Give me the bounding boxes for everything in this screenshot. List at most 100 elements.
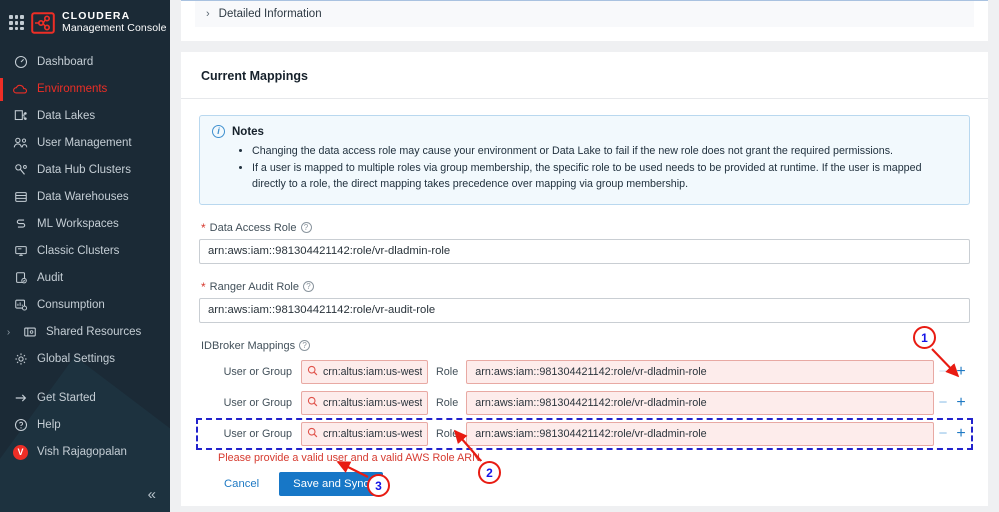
user-or-group-value: crn:altus:iam:us-west-1:5: [323, 428, 422, 440]
sidebar-item-label: Help: [37, 419, 61, 431]
annotation-number-3: 3: [367, 474, 390, 497]
detailed-information-panel: › Detailed Information: [181, 0, 988, 41]
classic-clusters-icon: [13, 244, 28, 259]
table-row: User or Group crn:altus:iam:us-west-1:5 …: [199, 390, 970, 416]
validation-error-message: Please provide a valid user and a valid …: [218, 452, 970, 464]
search-icon: [307, 363, 318, 381]
sidebar-nav: Dashboard Environments Data Lakes User M…: [0, 49, 170, 466]
cloud-icon: [13, 82, 28, 97]
warehouse-icon: [13, 190, 28, 205]
scrollbar-track[interactable]: [988, 0, 999, 512]
table-row: User or Group crn:altus:iam:us-west-1:5 …: [199, 421, 970, 447]
notes-header: i Notes: [212, 125, 957, 138]
sidebar-item-help[interactable]: Help: [0, 412, 170, 439]
sidebar-item-label: ML Workspaces: [37, 218, 119, 230]
role-label: Role: [428, 397, 466, 409]
shared-resources-icon: [22, 325, 37, 340]
notes-list: Changing the data access role may cause …: [212, 143, 957, 193]
question-mark-icon[interactable]: ?: [303, 281, 314, 292]
plus-icon[interactable]: +: [952, 395, 970, 411]
role-arn-value: arn:aws:iam::981304421142:role/vr-dladmi…: [475, 397, 706, 409]
info-icon: i: [212, 125, 225, 138]
data-lakes-icon: [13, 109, 28, 124]
notes-title: Notes: [232, 126, 264, 138]
page-title: Current Mappings: [181, 52, 988, 99]
detailed-information-expander[interactable]: › Detailed Information: [195, 1, 974, 27]
minus-icon[interactable]: −: [934, 426, 952, 441]
data-access-role-label: * Data Access Role ?: [201, 222, 970, 234]
user-or-group-input[interactable]: crn:altus:iam:us-west-1:5: [301, 360, 428, 384]
sidebar-item-label: Global Settings: [37, 353, 115, 365]
sidebar-item-classic-clusters[interactable]: Classic Clusters: [0, 238, 170, 265]
dashboard-icon: [13, 55, 28, 70]
role-arn-input[interactable]: arn:aws:iam::981304421142:role/vr-dladmi…: [466, 391, 934, 415]
sidebar-item-user-management[interactable]: User Management: [0, 130, 170, 157]
idbroker-mapping-rows: User or Group crn:altus:iam:us-west-1:5 …: [199, 359, 970, 447]
collapse-sidebar-icon[interactable]: «: [148, 487, 156, 502]
sidebar-item-label: Dashboard: [37, 56, 93, 68]
panel-gap: [170, 41, 999, 52]
sidebar-item-label: Audit: [37, 272, 63, 284]
sidebar-item-environments[interactable]: Environments: [0, 76, 170, 103]
data-access-role-input[interactable]: [199, 239, 970, 264]
role-label: Role: [428, 366, 466, 378]
brand-name: CLOUDERA: [62, 11, 167, 23]
form-actions: Cancel Save and Sync: [218, 472, 970, 496]
sidebar-item-ml-workspaces[interactable]: ML Workspaces: [0, 211, 170, 238]
sidebar-item-consumption[interactable]: Consumption: [0, 292, 170, 319]
annotation-number-1: 1: [913, 326, 936, 349]
minus-icon[interactable]: −: [934, 364, 952, 379]
sidebar-item-label: Get Started: [37, 392, 96, 404]
question-mark-icon[interactable]: ?: [299, 340, 310, 351]
sidebar-item-global-settings[interactable]: Global Settings: [0, 346, 170, 373]
list-item: If a user is mapped to multiple roles vi…: [252, 160, 957, 193]
sidebar-item-shared-resources[interactable]: › Shared Resources: [0, 319, 170, 346]
field-label-text: IDBroker Mappings: [201, 340, 295, 352]
sidebar: CLOUDERA Management Console Dashboard En…: [0, 0, 170, 512]
plus-icon[interactable]: +: [952, 426, 970, 442]
sidebar-item-audit[interactable]: Audit: [0, 265, 170, 292]
minus-icon[interactable]: −: [934, 395, 952, 410]
sidebar-item-data-hub-clusters[interactable]: Data Hub Clusters: [0, 157, 170, 184]
plus-icon[interactable]: +: [952, 364, 970, 380]
table-row: User or Group crn:altus:iam:us-west-1:5 …: [199, 359, 970, 385]
sidebar-item-data-lakes[interactable]: Data Lakes: [0, 103, 170, 130]
chevron-right-icon: ›: [206, 8, 210, 20]
brand-header: CLOUDERA Management Console: [0, 0, 170, 35]
grid-apps-icon[interactable]: [9, 15, 24, 30]
search-icon: [307, 394, 318, 412]
mappings-body: i Notes Changing the data access role ma…: [181, 99, 988, 496]
user-or-group-label: User or Group: [218, 366, 301, 378]
users-icon: [13, 136, 28, 151]
sidebar-item-label: Data Lakes: [37, 110, 95, 122]
avatar-initial: V: [13, 445, 28, 460]
sidebar-item-get-started[interactable]: Get Started: [0, 385, 170, 412]
sidebar-item-label: Data Warehouses: [37, 191, 129, 203]
role-arn-input[interactable]: arn:aws:iam::981304421142:role/vr-dladmi…: [466, 360, 934, 384]
cloudera-logo-icon: [31, 12, 55, 34]
detailed-information-label: Detailed Information: [219, 8, 322, 20]
sidebar-item-user-account[interactable]: V Vish Rajagopalan: [0, 439, 170, 466]
required-asterisk: *: [201, 222, 206, 234]
user-or-group-label: User or Group: [218, 397, 301, 409]
sidebar-item-label: Classic Clusters: [37, 245, 119, 257]
cancel-button[interactable]: Cancel: [218, 474, 265, 494]
role-arn-input[interactable]: arn:aws:iam::981304421142:role/vr-dladmi…: [466, 422, 934, 446]
sidebar-item-label: Data Hub Clusters: [37, 164, 131, 176]
ranger-audit-role-input[interactable]: [199, 298, 970, 323]
sidebar-item-dashboard[interactable]: Dashboard: [0, 49, 170, 76]
consumption-icon: [13, 298, 28, 313]
user-or-group-input[interactable]: crn:altus:iam:us-west-1:5: [301, 422, 428, 446]
user-or-group-value: crn:altus:iam:us-west-1:5: [323, 366, 422, 378]
audit-icon: [13, 271, 28, 286]
question-mark-icon[interactable]: ?: [301, 222, 312, 233]
required-asterisk: *: [201, 281, 206, 293]
sidebar-item-data-warehouses[interactable]: Data Warehouses: [0, 184, 170, 211]
main-content: › Detailed Information Current Mappings …: [170, 0, 999, 512]
role-arn-value: arn:aws:iam::981304421142:role/vr-dladmi…: [475, 428, 706, 440]
user-or-group-input[interactable]: crn:altus:iam:us-west-1:5: [301, 391, 428, 415]
sidebar-item-label: Environments: [37, 83, 107, 95]
help-icon: [13, 418, 28, 433]
user-or-group-label: User or Group: [218, 428, 301, 440]
current-mappings-panel: Current Mappings i Notes Changing the da…: [181, 52, 988, 506]
